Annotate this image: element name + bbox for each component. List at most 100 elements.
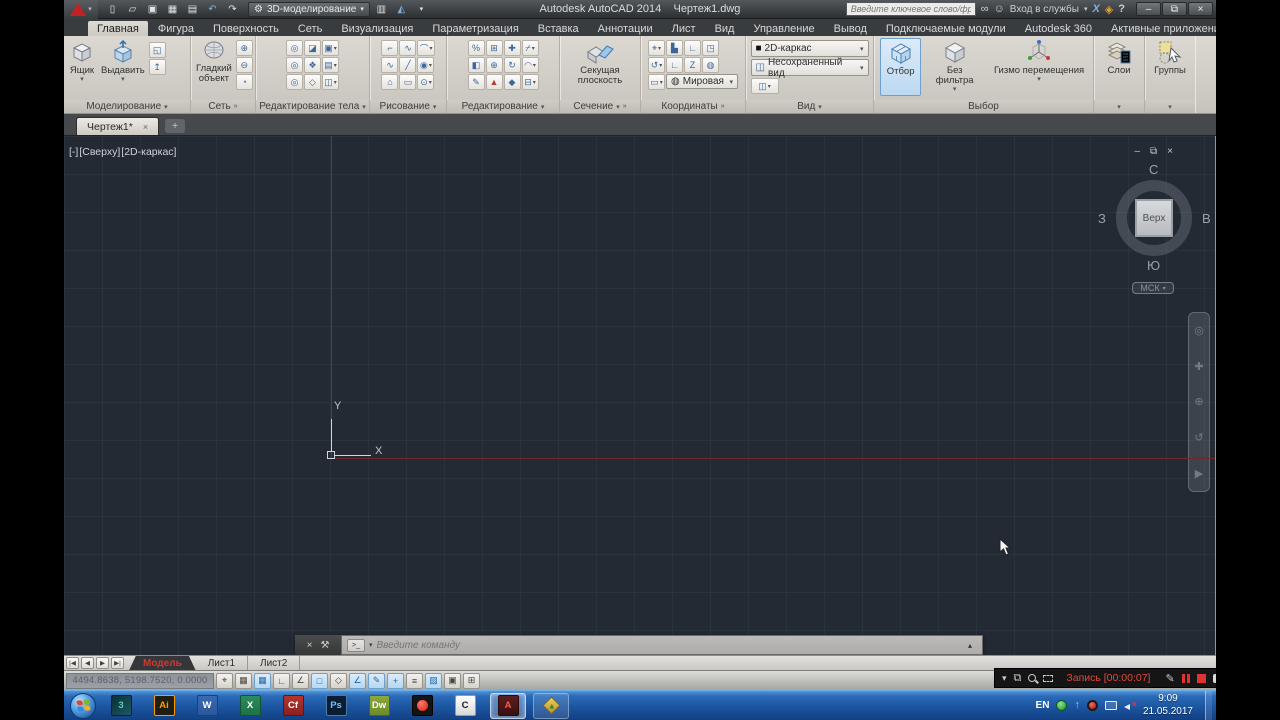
qat-customize-button[interactable]: ▾: [413, 2, 430, 17]
communication-center-icon[interactable]: ◈: [1105, 3, 1113, 16]
slice-icon[interactable]: ◪: [304, 40, 321, 56]
chevron-down-icon[interactable]: ▾: [1084, 5, 1088, 13]
chevron-down-icon[interactable]: ▾: [369, 641, 373, 649]
redo-button[interactable]: ↷: [224, 2, 241, 17]
last-layout-button[interactable]: ▶|: [111, 657, 124, 669]
open-file-button[interactable]: ▱: [124, 2, 141, 17]
sheet-set-manager-button[interactable]: ▥: [373, 2, 390, 17]
polysolid-icon[interactable]: ◱: [149, 42, 166, 58]
filter-button[interactable]: Без фильтра ▾: [927, 38, 982, 94]
exchange-apps-icon[interactable]: X: [1092, 3, 1099, 15]
ucs-previous-icon[interactable]: ↺▾: [648, 57, 665, 73]
muted-speaker-icon[interactable]: ×: [1124, 701, 1136, 711]
3d-object-snap-toggle[interactable]: ◇: [330, 673, 347, 689]
stretch-icon[interactable]: ◧: [468, 57, 485, 73]
union-icon[interactable]: ◎: [286, 40, 303, 56]
align-icon[interactable]: ▲: [486, 74, 503, 90]
save-as-button[interactable]: ▦: [164, 2, 181, 17]
ribbon-tab-parametric[interactable]: Параметризация: [423, 21, 527, 36]
ribbon-tab-home[interactable]: Главная: [88, 21, 148, 36]
navigation-wheel-icon[interactable]: ◎: [1194, 324, 1204, 337]
separate-icon[interactable]: ◫▾: [322, 74, 339, 90]
viewcube-south[interactable]: Ю: [1147, 258, 1160, 273]
trim-icon[interactable]: ⌿▾: [522, 40, 539, 56]
viewport-view-control[interactable]: [Сверху]: [79, 146, 120, 158]
visual-style-select[interactable]: ■ 2D-каркас ▾: [751, 40, 869, 57]
panel-caption-view[interactable]: Вид ▾: [746, 100, 873, 113]
polygon-icon[interactable]: ⌂: [381, 74, 398, 90]
culling-button[interactable]: Отбор: [880, 38, 921, 96]
ucs-z-axis-icon[interactable]: Z: [684, 57, 701, 73]
smooth-object-button[interactable]: Гладкий объект: [194, 38, 234, 85]
object-snap-tracking-toggle[interactable]: ∠: [349, 673, 366, 689]
tab-model[interactable]: Модель: [129, 656, 196, 671]
taskbar-item-kompas[interactable]: ▲: [533, 693, 569, 719]
tab-layout2[interactable]: Лист2: [248, 656, 300, 671]
array-icon[interactable]: ⊞: [486, 40, 503, 56]
close-icon[interactable]: ×: [143, 122, 148, 132]
viewport-minimize-button[interactable]: –: [1134, 146, 1140, 157]
pencil-icon[interactable]: ✎: [1165, 672, 1174, 685]
panel-caption-mesh[interactable]: Сеть »: [191, 100, 255, 113]
windows-icon[interactable]: ⧉: [1014, 672, 1022, 685]
network-icon[interactable]: [1105, 701, 1117, 710]
next-layout-button[interactable]: ▶: [96, 657, 109, 669]
move-icon[interactable]: ✚: [504, 40, 521, 56]
tray-arrow-icon[interactable]: ↑: [1074, 700, 1080, 711]
taskbar-item-recorder[interactable]: [404, 693, 440, 719]
workspace-switcher[interactable]: ⚙ 3D-моделирование ▾: [248, 2, 370, 17]
tray-green-icon[interactable]: [1056, 700, 1067, 711]
drawing-tab[interactable]: Чертеж1* ×: [76, 117, 159, 135]
lineweight-toggle[interactable]: ≡: [406, 673, 423, 689]
layers-button[interactable]: Слои: [1104, 38, 1134, 77]
render-button[interactable]: ◭: [393, 2, 410, 17]
extrude-button[interactable]: Выдавить ▾: [99, 38, 147, 84]
named-view-select[interactable]: ◫ Несохраненный вид ▾: [751, 59, 869, 76]
ucs-world-icon[interactable]: ∟: [666, 57, 683, 73]
smooth-more-icon[interactable]: ⊕: [236, 40, 253, 56]
application-menu-button[interactable]: ▾: [64, 0, 98, 19]
ribbon-tab-view[interactable]: Вид: [706, 21, 744, 36]
viewcube-wcs-menu[interactable]: МСК ▾: [1132, 282, 1174, 294]
panel-caption-selection[interactable]: Выбор: [874, 100, 1093, 113]
ribbon-tab-insert[interactable]: Вставка: [529, 21, 588, 36]
viewcube-west[interactable]: З: [1098, 211, 1106, 226]
pause-button[interactable]: [1182, 674, 1190, 683]
ucs-icon[interactable]: ⌖▾: [648, 40, 665, 56]
shell-icon[interactable]: ▣▾: [322, 40, 339, 56]
point-icon[interactable]: ⊙▾: [417, 74, 434, 90]
ucs-view-icon[interactable]: ▭▾: [648, 74, 665, 90]
explode-icon[interactable]: ⊟▾: [522, 74, 539, 90]
ortho-toggle[interactable]: ∟: [273, 673, 290, 689]
ribbon-tab-solid[interactable]: Фигура: [149, 21, 203, 36]
subtract-icon[interactable]: ◎: [286, 57, 303, 73]
polyline-icon[interactable]: ⌐: [381, 40, 398, 56]
panel-caption-solid-editing[interactable]: Редактирование тела ▾: [256, 100, 369, 113]
presspull-icon[interactable]: ↥: [149, 59, 166, 75]
dynamic-input-toggle[interactable]: +: [387, 673, 404, 689]
taskbar-item-c-app[interactable]: C: [447, 693, 483, 719]
intersect-icon[interactable]: ◎: [286, 74, 303, 90]
ucs-object-icon[interactable]: ◳: [702, 40, 719, 56]
selection-cycling-toggle[interactable]: ⊞: [463, 673, 480, 689]
viewcube-north[interactable]: С: [1149, 162, 1158, 177]
show-desktop-button[interactable]: [1205, 691, 1212, 720]
sign-in-button[interactable]: Вход в службы: [1010, 4, 1079, 15]
magnifier-icon[interactable]: [1028, 674, 1036, 682]
showmotion-icon[interactable]: ▶: [1195, 467, 1203, 480]
ribbon-tab-plugins[interactable]: Подключаемые модули: [877, 21, 1015, 36]
panel-caption-draw[interactable]: Рисование ▾: [370, 100, 446, 113]
restore-button[interactable]: ⧉: [1162, 2, 1187, 16]
tab-layout1[interactable]: Лист1: [196, 656, 248, 671]
arc-icon[interactable]: ⌒▾: [417, 40, 434, 56]
pan-icon[interactable]: ✚: [1194, 360, 1203, 373]
taskbar-clock[interactable]: 9:09 21.05.2017: [1143, 693, 1193, 718]
zoom-icon[interactable]: ⊕: [1194, 395, 1203, 408]
viewcube-top-face[interactable]: Верх: [1135, 199, 1173, 237]
mesh-refine-icon[interactable]: ◔: [236, 74, 253, 90]
panel-caption-layers[interactable]: ▾: [1094, 100, 1144, 113]
ribbon-tab-mesh[interactable]: Сеть: [289, 21, 331, 36]
polar-tracking-toggle[interactable]: ∠: [292, 673, 309, 689]
ribbon-tab-manage[interactable]: Управление: [744, 21, 823, 36]
imprint-icon[interactable]: ❖: [304, 57, 321, 73]
